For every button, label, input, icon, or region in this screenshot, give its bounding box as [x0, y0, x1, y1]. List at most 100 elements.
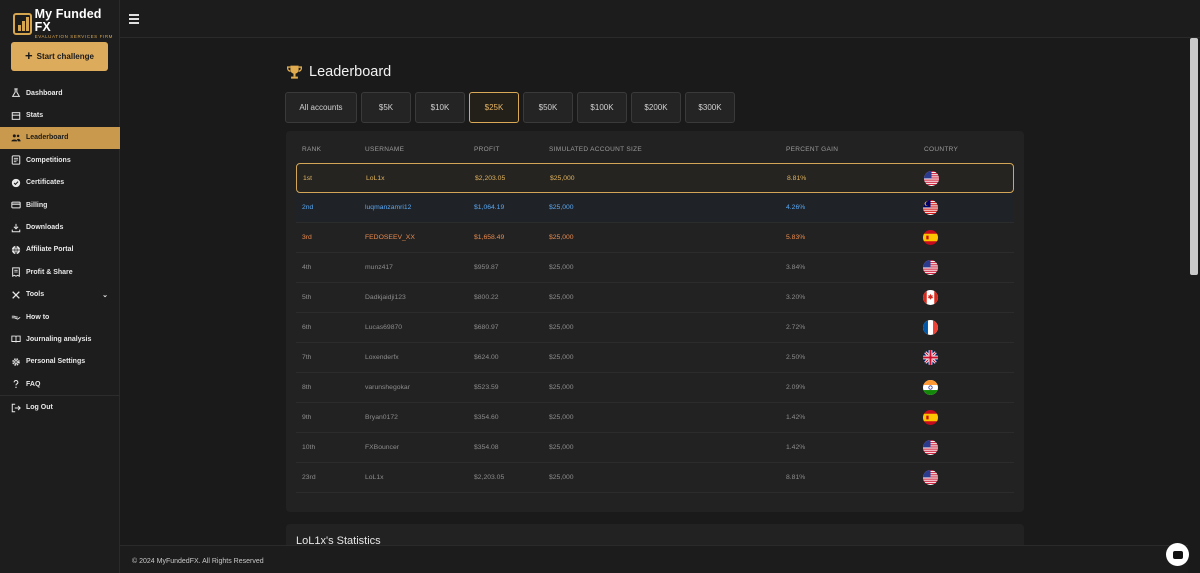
filter-200k[interactable]: $200K	[631, 92, 681, 123]
account-size-cell: $25,000	[549, 204, 574, 211]
filter-5k[interactable]: $5K	[361, 92, 411, 123]
globe-icon	[11, 245, 21, 255]
flag-gb-icon	[923, 350, 938, 365]
filter-25k[interactable]: $25K	[469, 92, 519, 123]
account-size-cell: $25,000	[549, 474, 574, 481]
sidebar-item-personal-settings[interactable]: Personal Settings	[0, 351, 120, 373]
table-row[interactable]: 23rd LoL1x $2,203.05 $25,000 8.81%	[296, 463, 1014, 493]
sidebar-item-faq[interactable]: FAQ	[0, 373, 120, 395]
sidebar-item-tools[interactable]: Tools ⌄	[0, 284, 120, 306]
username-cell: Bryan0172	[365, 414, 398, 421]
flag-ca-icon	[923, 290, 938, 305]
account-size-cell: $25,000	[549, 354, 574, 361]
flag-my-icon	[923, 200, 938, 215]
footer: © 2024 MyFundedFX. All Rights Reserved	[120, 545, 1188, 573]
sidebar-item-leaderboard[interactable]: Leaderboard	[0, 126, 120, 150]
brand-name: My Funded FX	[34, 7, 102, 34]
username-cell: Lucas69870	[365, 324, 403, 331]
question-icon	[11, 379, 21, 389]
page-title: Leaderboard	[309, 64, 392, 80]
percent-gain-cell: 2.50%	[786, 354, 806, 361]
sidebar-item-label: Billing	[26, 201, 48, 209]
table-body: 1st LoL1x $2,203.05 $25,000 8.81% 2nd luqmanza…	[296, 163, 1014, 493]
rank-cell: 1st	[303, 175, 313, 182]
table-row[interactable]: 1st LoL1x $2,203.05 $25,000 8.81%	[296, 163, 1014, 193]
chat-widget-button[interactable]	[1166, 543, 1189, 566]
rank-cell: 3rd	[302, 234, 312, 241]
sidebar-item-journaling-analysis[interactable]: Journaling analysis	[0, 328, 120, 350]
sidebar-item-billing[interactable]: Billing	[0, 194, 120, 216]
username-cell: LoL1x	[365, 474, 384, 481]
page-scrollbar[interactable]	[1188, 38, 1200, 573]
flag-us-icon	[923, 440, 938, 455]
table-row[interactable]: 9th Bryan0172 $354.60 $25,000 1.42%	[296, 403, 1014, 433]
sidebar-item-stats[interactable]: Stats	[0, 104, 120, 126]
receipt-icon	[11, 267, 21, 278]
sidebar-item-certificates[interactable]: Certificates	[0, 172, 120, 194]
filter-all-accounts[interactable]: All accounts	[285, 92, 357, 123]
plus-icon: +	[25, 48, 33, 63]
sidebar-item-dashboard[interactable]: Dashboard	[0, 82, 120, 104]
sidebar-item-downloads[interactable]: Downloads	[0, 216, 120, 238]
sidebar-item-affiliate-portal[interactable]: Affiliate Portal	[0, 239, 120, 261]
filter-10k[interactable]: $10K	[415, 92, 465, 123]
box-icon	[11, 111, 21, 121]
username-cell: varunshegokar	[365, 384, 410, 391]
sidebar-item-label: Profit & Share	[26, 268, 73, 276]
sidebar-item-label: Tools	[26, 291, 45, 299]
book-icon	[11, 334, 21, 344]
rank-cell: 5th	[302, 294, 312, 301]
percent-gain-cell: 1.42%	[786, 414, 806, 421]
table-row[interactable]: 2nd luqmanzamri12 $1,064.19 $25,000 4.26%	[296, 193, 1014, 223]
sidebar-item-how-to[interactable]: How to	[0, 306, 120, 328]
filter-50k[interactable]: $50K	[523, 92, 573, 123]
column-header-profit: PROFIT	[474, 146, 500, 153]
table-row[interactable]: 10th FXBouncer $354.08 $25,000 1.42%	[296, 433, 1014, 463]
account-size-cell: $25,000	[549, 444, 574, 451]
flag-us-icon	[924, 171, 939, 186]
sidebar-item-label: Leaderboard	[26, 134, 69, 142]
sidebar-item-profit-share[interactable]: Profit & Share	[0, 261, 120, 283]
column-header-username: USERNAME	[365, 146, 405, 153]
account-size-cell: $25,000	[549, 384, 574, 391]
gear-icon	[11, 357, 21, 367]
profit-cell: $2,203.05	[474, 474, 505, 481]
profit-cell: $1,064.19	[474, 204, 505, 211]
username-cell: LoL1x	[366, 175, 385, 182]
rank-cell: 23rd	[302, 474, 316, 481]
chat-icon	[1172, 550, 1183, 559]
copyright-text: © 2024 MyFundedFX. All Rights Reserved	[132, 558, 264, 565]
filter-300k[interactable]: $300K	[685, 92, 735, 123]
percent-gain-cell: 1.42%	[786, 444, 806, 451]
logo-icon	[13, 13, 32, 35]
menu-toggle-icon[interactable]	[129, 14, 139, 26]
leaderboard-table: RANK USERNAME PROFIT SIMULATED ACCOUNT S…	[286, 131, 1024, 512]
sidebar-item-label: Affiliate Portal	[26, 246, 74, 254]
table-header: RANK USERNAME PROFIT SIMULATED ACCOUNT S…	[296, 146, 1014, 158]
percent-gain-cell: 8.81%	[786, 474, 806, 481]
sidebar-item-log-out[interactable]: Log Out	[0, 396, 120, 418]
brand-logo[interactable]: My Funded FX EVALUATION SERVICES FIRM	[13, 8, 119, 40]
start-challenge-label: Start challenge	[36, 52, 94, 61]
percent-gain-cell: 5.83%	[786, 234, 806, 241]
scrollbar-thumb[interactable]	[1190, 38, 1198, 275]
table-row[interactable]: 8th varunshegokar $523.59 $25,000 2.09%	[296, 373, 1014, 403]
flag-in-icon	[923, 380, 938, 395]
table-row[interactable]: 4th munz417 $959.87 $25,000 3.84%	[296, 253, 1014, 283]
leaderboard-header: Leaderboard	[286, 64, 391, 80]
table-row[interactable]: 3rd FEDOSEEV_XX $1,658.49 $25,000 5.83%	[296, 223, 1014, 253]
rank-cell: 8th	[302, 384, 312, 391]
table-row[interactable]: 6th Lucas69870 $680.97 $25,000 2.72%	[296, 313, 1014, 343]
table-row[interactable]: 5th Dadkjaidji123 $800.22 $25,000 3.20%	[296, 283, 1014, 313]
sidebar-item-competitions[interactable]: Competitions	[0, 149, 120, 171]
account-size-cell: $25,000	[549, 324, 574, 331]
rank-cell: 4th	[302, 264, 312, 271]
rank-cell: 10th	[302, 444, 316, 451]
trophy-icon	[287, 65, 302, 79]
sidebar-item-label: Downloads	[26, 224, 64, 232]
filter-100k[interactable]: $100K	[577, 92, 627, 123]
table-row[interactable]: 7th Loxenderfx $624.00 $25,000 2.50%	[296, 343, 1014, 373]
start-challenge-button[interactable]: + Start challenge	[11, 42, 108, 71]
username-cell: Dadkjaidji123	[365, 294, 406, 301]
username-cell: munz417	[365, 264, 393, 271]
